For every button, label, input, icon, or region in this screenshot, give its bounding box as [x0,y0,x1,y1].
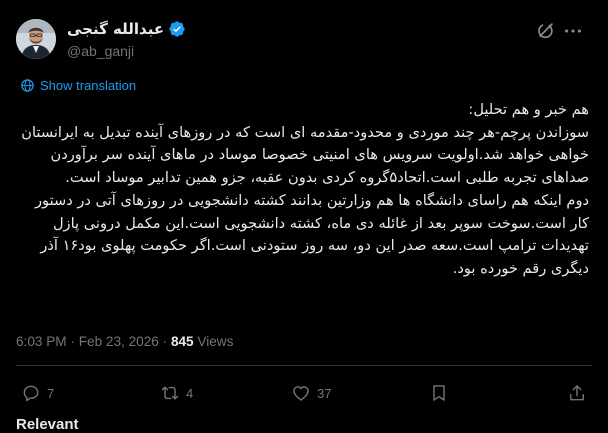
share-icon [570,385,584,401]
avatar[interactable] [16,19,56,59]
more-options-button[interactable] [562,20,584,42]
tweet-time[interactable]: 6:03 PM [16,334,67,349]
bookmark-icon [433,385,445,401]
tweet-meta: 6:03 PM · Feb 23, 2026 · 845 Views [16,334,233,349]
tweet-text: هم خبر و هم تحلیل: سوزاندن پرچم-هر چند م… [14,99,589,281]
tweet-paragraph: دوم اینکه هم راسای دانشگاه ها هم وزارتین… [35,191,589,277]
grok-icon [538,23,553,39]
globe-icon [21,79,34,92]
relevant-replies-heading[interactable]: Relevant [16,416,79,433]
divider [16,365,592,366]
like-button[interactable]: 37 [291,383,331,403]
meta-separator: · [162,334,168,349]
tweet-paragraph: هم خبر و هم تحلیل: [468,101,589,118]
like-count: 37 [317,385,332,401]
tweet-card: عبدالله گنجی @ab_ganji Show translation [0,0,608,433]
reply-icon [23,385,39,402]
reply-button[interactable]: 7 [21,383,54,403]
tweet-date[interactable]: Feb 23, 2026 [79,334,159,349]
author-handle[interactable]: @ab_ganji [67,43,134,59]
verified-badge-icon [169,21,185,37]
more-dots-icon [565,29,581,33]
profile-photo-icon [16,19,56,59]
show-translation-link[interactable]: Show translation [20,78,136,93]
grok-button[interactable] [535,20,557,42]
repost-icon [161,386,179,400]
share-button[interactable] [567,383,587,403]
action-bar: 7 4 37 [0,383,608,407]
views-count[interactable]: 845 [171,334,194,349]
views-label: Views [197,334,234,349]
bookmark-button[interactable] [429,383,449,403]
tweet-paragraph: سوزاندن پرچم-هر چند موردی و محدود-مقدمه … [21,123,589,187]
show-translation-label[interactable]: Show translation [40,78,136,93]
heart-icon [293,386,309,401]
repost-button[interactable]: 4 [160,383,193,403]
repost-count: 4 [186,385,194,401]
author-name-row[interactable]: عبدالله گنجی [67,20,186,38]
reply-count: 7 [47,385,55,401]
meta-separator: · [70,334,75,349]
author-display-name[interactable]: عبدالله گنجی [67,20,164,38]
